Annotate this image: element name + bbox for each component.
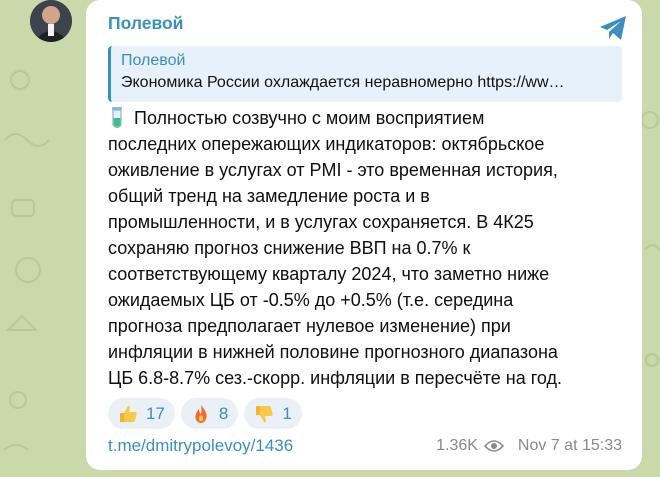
message-date: Nov 7 at 15:33	[517, 437, 622, 454]
reaction-count: 8	[218, 403, 229, 423]
eye-icon	[483, 439, 504, 453]
channel-avatar[interactable]	[30, 0, 72, 42]
message-line: ЦБ 6.8-8.7% сез.-скорр. инфляции в перес…	[108, 368, 563, 388]
message-bubble: Полевой Полевой Экономика России охлажда…	[86, 0, 642, 470]
reaction-count: 1	[282, 403, 292, 423]
message-line: ожидаемых ЦБ от -0.5% до +0.5% (т.е. сер…	[108, 290, 514, 310]
message-meta: 1.36K Nov 7 at 15:33	[436, 437, 622, 455]
reaction-thumbs-up[interactable]: 17	[108, 398, 175, 429]
message-text: Полностью созвучно с моим восприятием по…	[108, 105, 628, 391]
reply-preview[interactable]: Полевой Экономика России охлаждается нер…	[108, 46, 622, 102]
reactions-bar: 17 8 1	[108, 398, 302, 429]
thumbs-up-icon	[118, 404, 138, 424]
reply-author: Полевой	[121, 52, 186, 69]
telegram-share-icon[interactable]	[598, 14, 628, 42]
message-line: промышленности, и в услугах сохраняется.…	[108, 212, 534, 232]
reaction-thumbs-down[interactable]: 1	[244, 398, 302, 429]
message-line: соответствующему кварталу 2024, что заме…	[108, 264, 550, 284]
message-line: оживление в услугах от PMI - это временн…	[108, 160, 558, 180]
message-line: Полностью созвучно с моим восприятием	[134, 108, 485, 128]
message-line: последних опережающих индикаторов: октяб…	[108, 134, 545, 154]
post-link[interactable]: t.me/dmitrypolevoy/1436	[108, 436, 293, 456]
message-line: прогноза предполагает нулевое изменение)…	[108, 316, 511, 336]
views-count: 1.36K	[436, 437, 478, 454]
reaction-count: 17	[146, 403, 165, 423]
fire-icon	[191, 404, 211, 424]
channel-name[interactable]: Полевой	[108, 13, 183, 34]
message-line: инфляции в нижней половине прогнозного д…	[108, 342, 558, 362]
reply-text: Экономика России охлаждается неравномерн…	[121, 74, 565, 91]
message-line: сохраняю прогноз снижение ВВП на 0.7% к	[108, 238, 471, 258]
message-line: общий тренд на замедление роста и в	[108, 186, 430, 206]
thumbs-down-icon	[254, 404, 274, 424]
reaction-fire[interactable]: 8	[180, 398, 239, 429]
